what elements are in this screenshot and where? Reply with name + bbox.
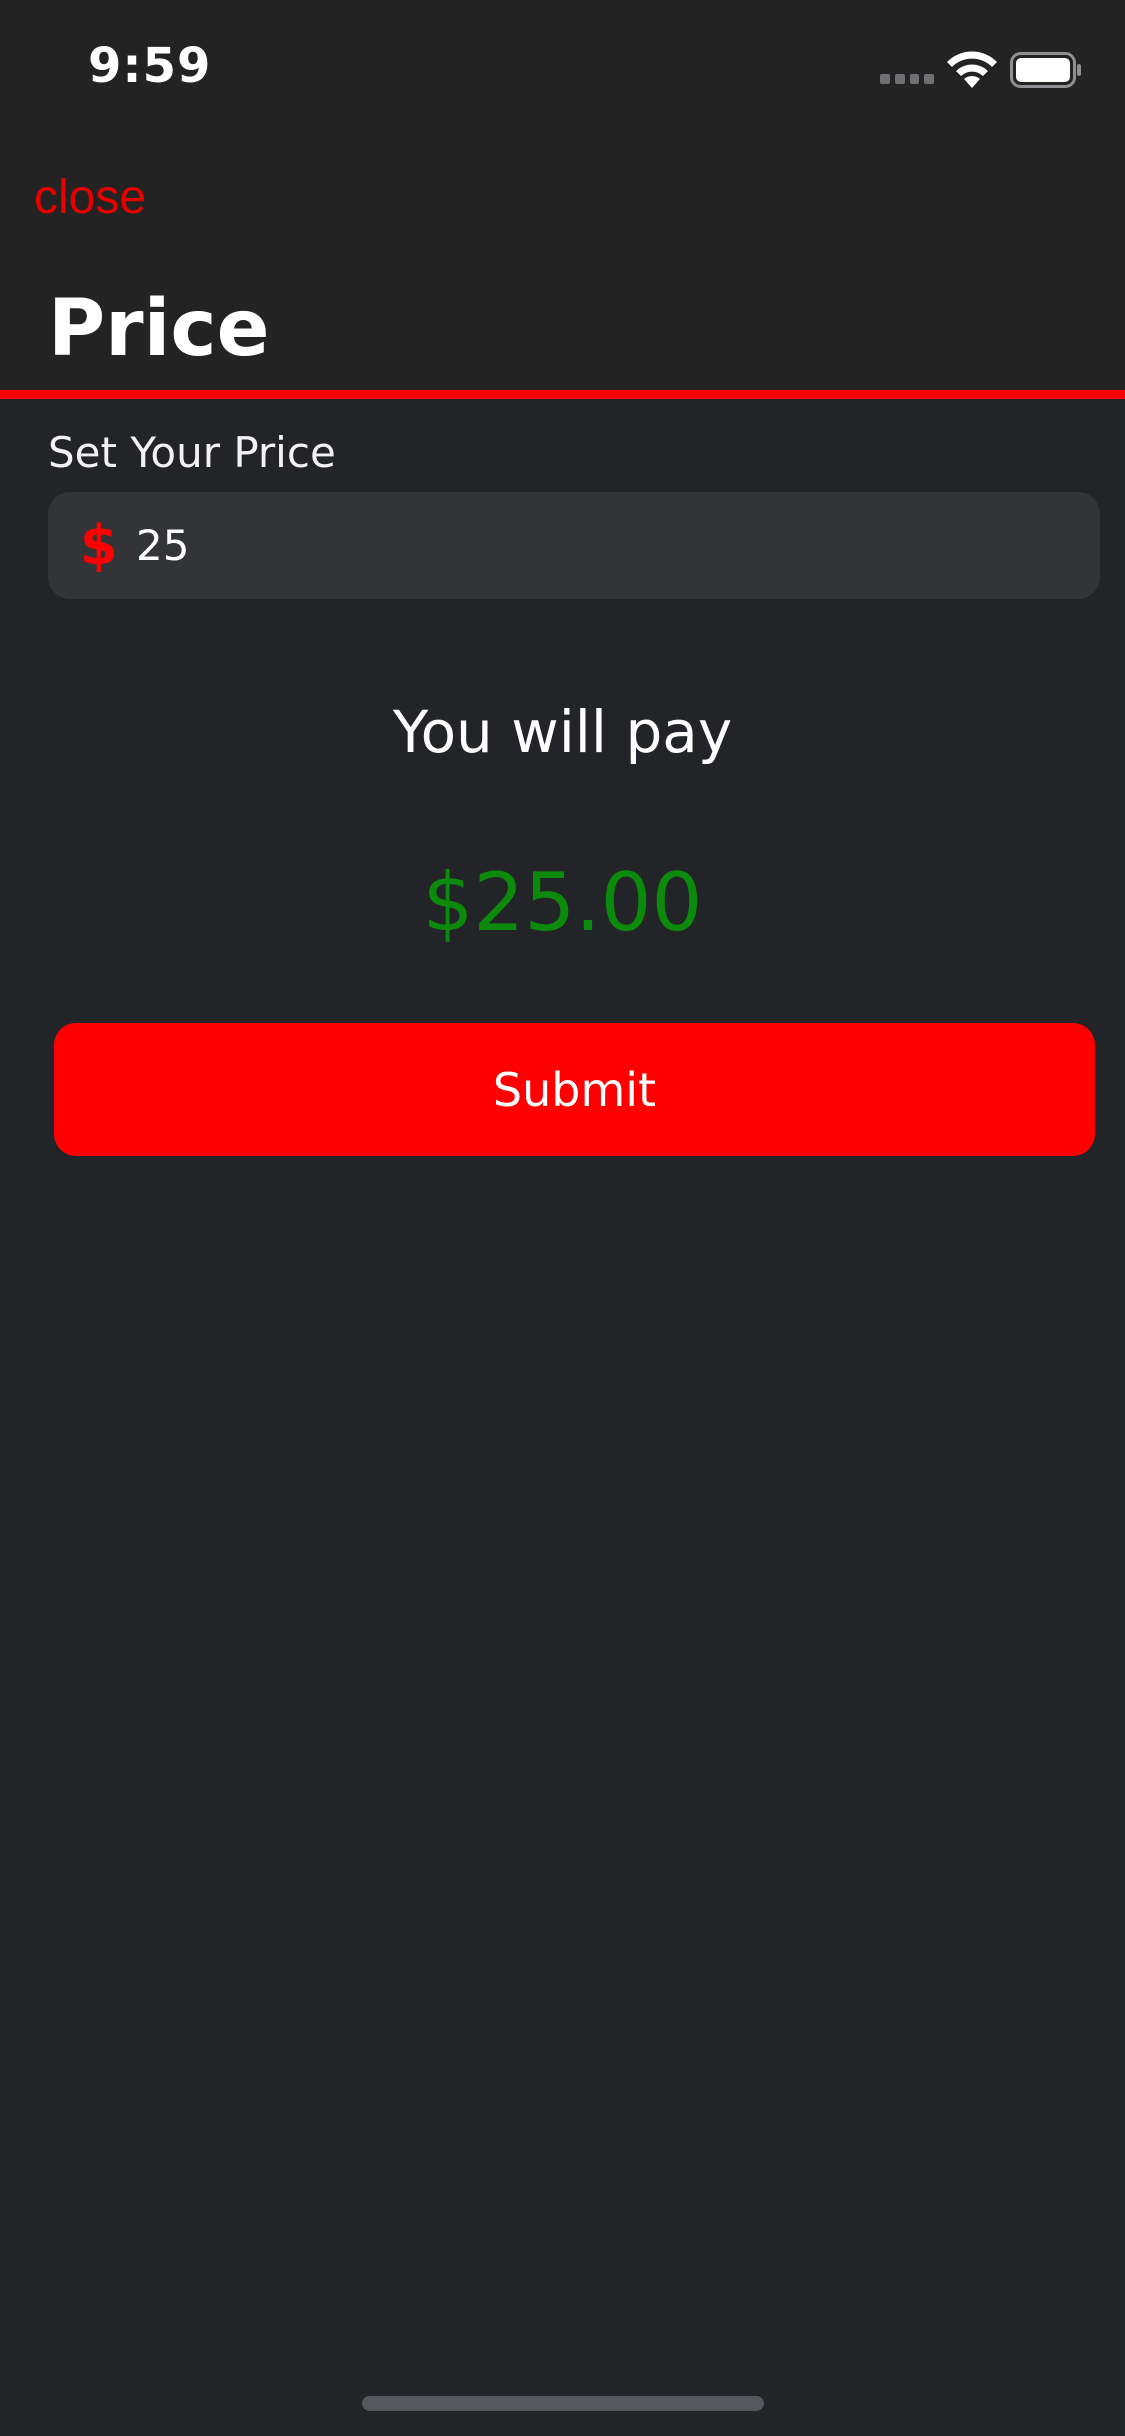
price-field[interactable]: $ [48,492,1100,599]
wifi-icon [947,51,997,88]
price-input[interactable] [136,521,1036,570]
pay-amount: $25.00 [422,856,703,949]
battery-icon [1010,52,1081,88]
status-time: 9:59 [88,38,212,94]
dollar-icon: $ [80,514,118,577]
navigation-header: close Price [0,132,1125,390]
page-title: Price [48,284,270,374]
price-field-label: Set Your Price [48,428,336,477]
pay-label: You will pay [392,698,733,766]
status-bar: 9:59 [0,0,1125,132]
cellular-signal-icon [880,74,934,84]
home-indicator[interactable] [362,2396,764,2411]
submit-button[interactable]: Submit [54,1023,1095,1156]
close-button[interactable]: close [34,170,146,225]
header-divider [0,390,1125,399]
